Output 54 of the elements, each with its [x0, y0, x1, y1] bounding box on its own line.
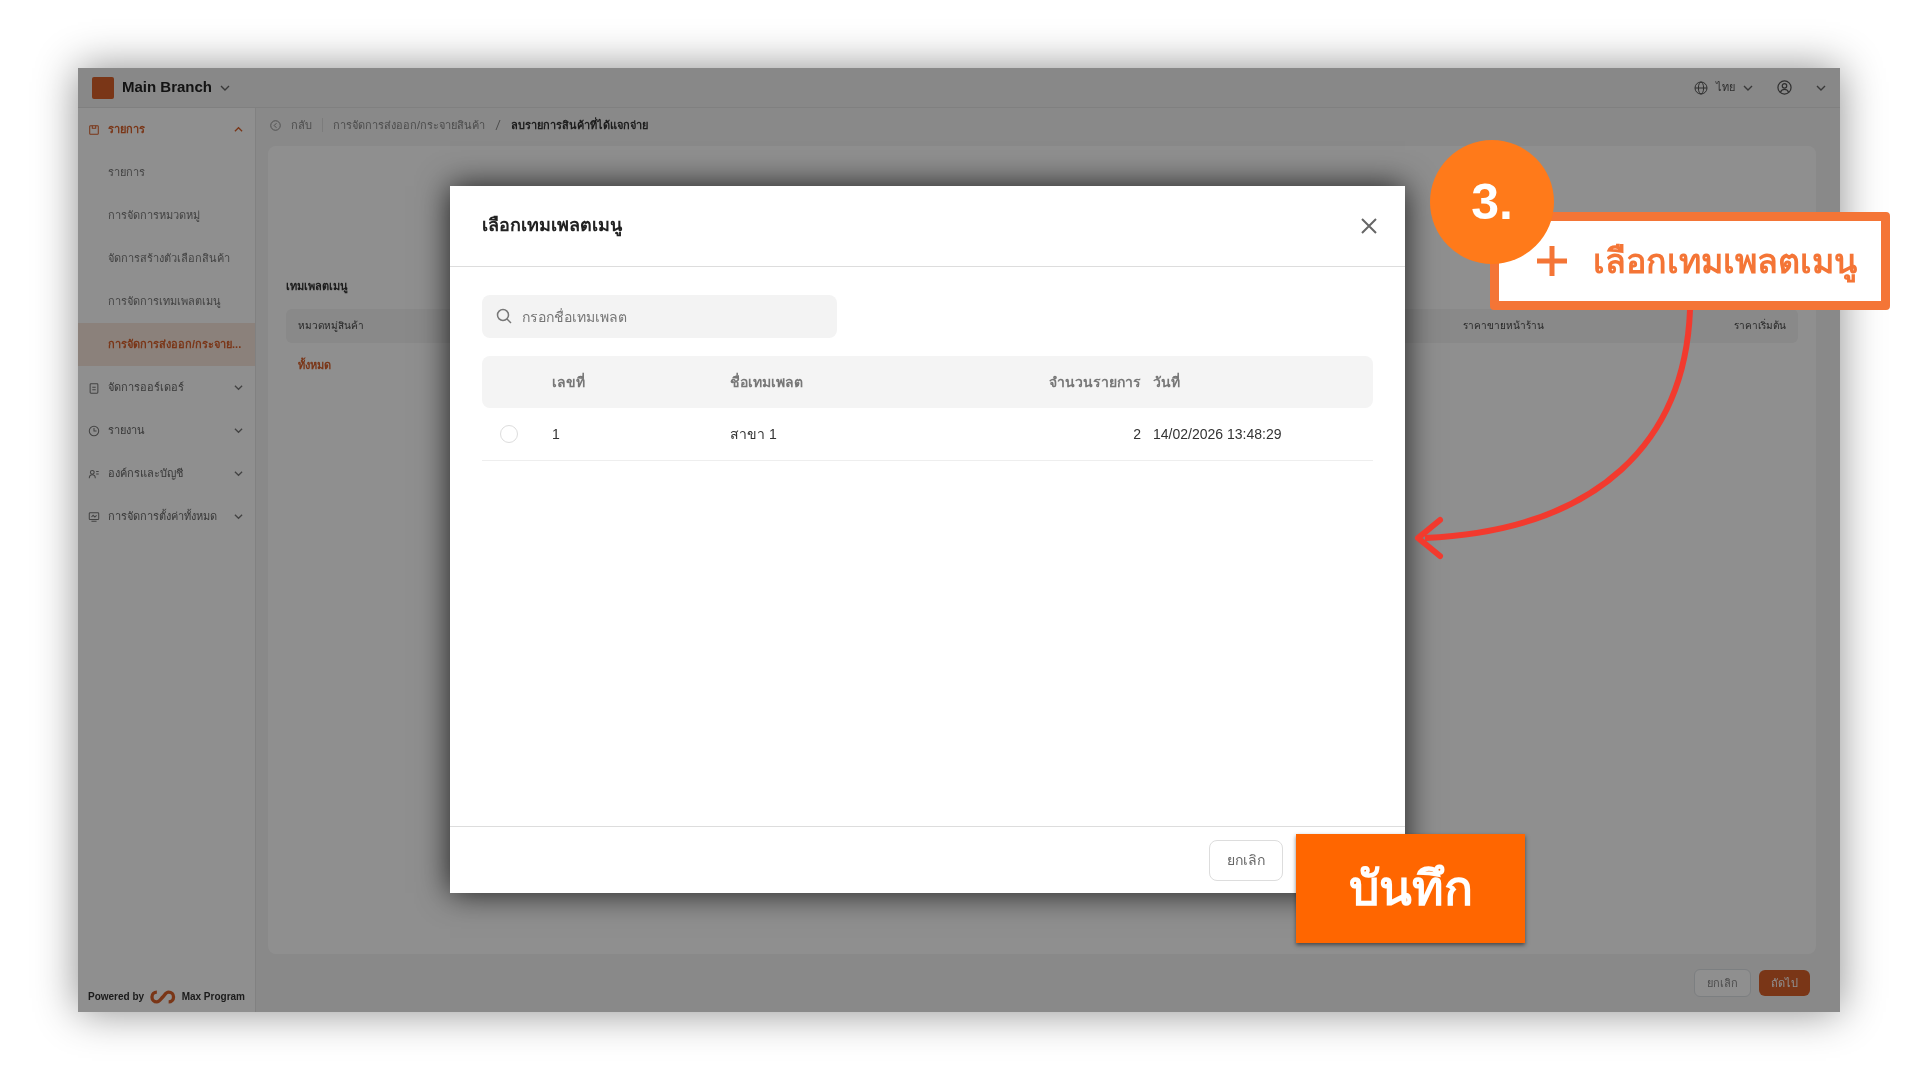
column-header: ชื่อเทมเพลต [730, 371, 804, 392]
chevron-down-icon [234, 426, 243, 435]
chevron-down-icon [234, 469, 243, 478]
column-header: หมวดหมู่สินค้า [298, 319, 364, 333]
column-header: จำนวนรายการ [1049, 372, 1142, 392]
chevron-up-icon [234, 125, 243, 134]
branch-selector[interactable]: Main Branch [122, 76, 212, 99]
submenu-item[interactable]: การจัดการเทมเพลตเมนู [78, 280, 255, 323]
modal-title: เลือกเทมเพลตเมนู [482, 215, 622, 237]
table-cell-text: 1 [552, 424, 561, 444]
menu-item-icon [88, 123, 100, 136]
language-selector[interactable]: ไทย [1716, 79, 1735, 96]
sidebar-item[interactable]: รายการ [78, 108, 255, 151]
cancel-button[interactable]: ยกเลิก [1209, 839, 1283, 881]
back-link[interactable]: กลับ [291, 116, 312, 134]
search-field[interactable]: กรอกชื่อเทมเพลต [482, 295, 837, 338]
column-header: ราคาเริ่มต้น [1734, 318, 1786, 333]
brand-logo-icon [150, 989, 176, 1004]
sidebar-item[interactable]: การจัดการตั้งค่าทั้งหมด [78, 495, 255, 538]
submenu-item[interactable]: การจัดการหมวดหมู่ [78, 194, 255, 237]
brand-name: Max Program [181, 990, 245, 1004]
table-cell-text: 2 [1133, 424, 1142, 444]
chevron-down-icon [234, 383, 243, 392]
cancel-button[interactable]: ยกเลิก [1694, 968, 1751, 998]
powered-by-text: Powered by [88, 990, 145, 1004]
next-button[interactable]: ถัดไป [1759, 969, 1810, 997]
menu-item-icon [88, 510, 100, 523]
submenu-item[interactable]: รายการ [78, 151, 255, 194]
store-logo-icon [92, 76, 114, 99]
sidebar-item[interactable]: รายงาน [78, 409, 255, 452]
globe-icon[interactable] [1694, 80, 1708, 95]
column-header: ราคาขายหน้าร้าน [1463, 319, 1544, 333]
close-icon[interactable] [1361, 218, 1377, 234]
table-cell-text: 14/02/2026 13:48:29 [1153, 424, 1283, 444]
submenu-item[interactable]: จัดการสร้างตัวเลือกสินค้า [78, 237, 255, 280]
sidebar-item[interactable]: จัดการออร์เดอร์ [78, 366, 255, 409]
category-tab[interactable]: ทั้งหมด [286, 342, 343, 387]
column-header: เลขที่ [552, 371, 586, 392]
menu-item-icon [88, 381, 100, 394]
table-cell-text: สาขา 1 [730, 424, 778, 444]
chevron-down-icon [234, 512, 243, 521]
plus-icon [1535, 244, 1569, 278]
callout-text: เลือกเทมเพลตเมนู [1593, 235, 1857, 287]
menu-item-icon [88, 424, 100, 437]
submenu-item[interactable]: การจัดการส่งออก/กระจาย... [78, 323, 255, 366]
section-title: เทมเพลตเมนู [286, 279, 349, 295]
user-avatar-icon[interactable] [1777, 80, 1792, 95]
breadcrumb-current: ลบรายการสินค้าที่ได้แจกจ่าย [511, 116, 649, 133]
column-header: วันที่ [1153, 371, 1181, 392]
menu-item-icon [88, 467, 100, 480]
breadcrumb-separator-icon [495, 119, 502, 131]
breadcrumb-link[interactable]: การจัดการส่งออก/กระจายสินค้า [333, 116, 486, 134]
save-button-label: บันทึก [1296, 834, 1525, 943]
sidebar-item[interactable]: องค์กรและบัญชี [78, 452, 255, 495]
